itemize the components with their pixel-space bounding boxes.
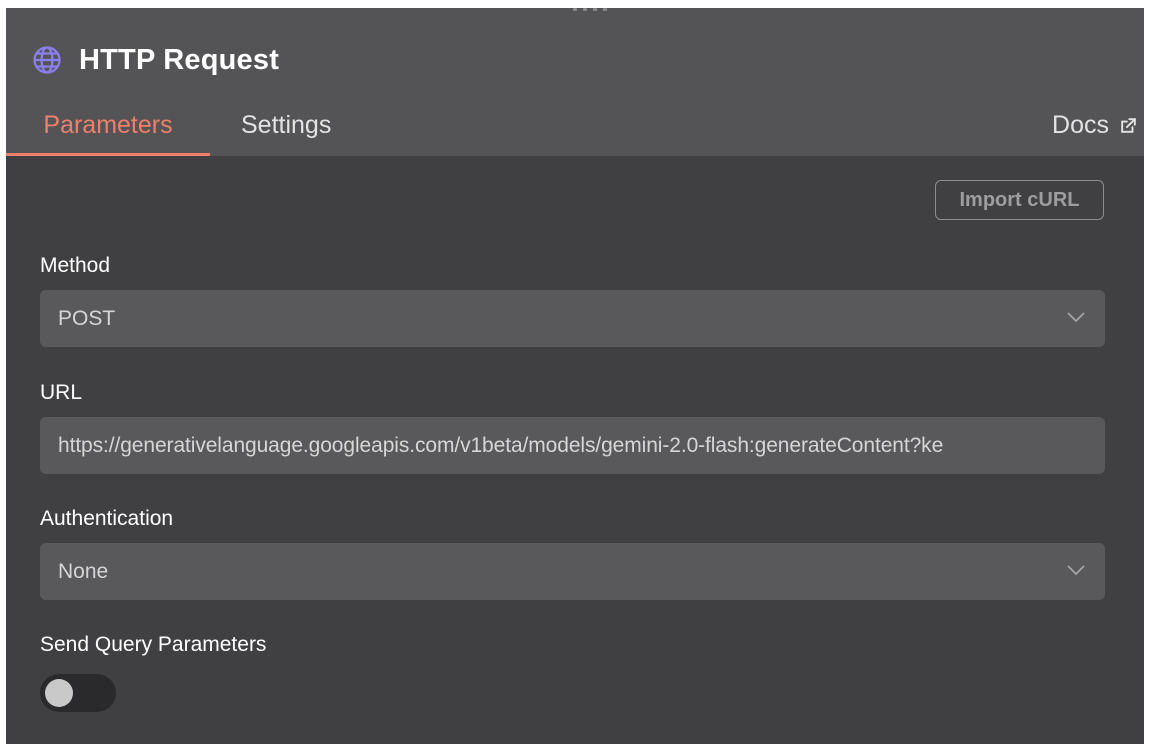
url-label: URL: [40, 381, 83, 404]
url-value: https://generativelanguage.googleapis.co…: [58, 433, 944, 457]
chevron-down-icon: [1067, 565, 1085, 576]
method-value: POST: [58, 306, 116, 330]
method-select[interactable]: POST: [40, 290, 1105, 347]
authentication-select[interactable]: None: [40, 543, 1105, 600]
globe-icon: [33, 46, 61, 74]
title-row: HTTP Request: [32, 42, 279, 78]
external-link-icon: [1121, 117, 1136, 133]
drag-handle[interactable]: [562, 8, 618, 12]
method-label: Method: [40, 254, 111, 277]
tab-parameters[interactable]: Parameters: [6, 106, 210, 156]
import-curl-button[interactable]: Import cURL: [935, 180, 1104, 220]
node-settings-panel: HTTP Request Parameters Settings Docs Im…: [6, 8, 1144, 744]
tab-settings[interactable]: Settings: [241, 106, 331, 156]
authentication-value: None: [58, 559, 109, 583]
tab-bar: Parameters Settings Docs: [6, 106, 1144, 156]
authentication-label: Authentication: [40, 507, 174, 530]
docs-label: Docs: [1052, 110, 1109, 139]
toggle-knob: [45, 679, 73, 707]
panel-header: HTTP Request Parameters Settings Docs: [6, 8, 1144, 156]
url-input[interactable]: https://generativelanguage.googleapis.co…: [40, 417, 1105, 474]
chevron-down-icon: [1067, 312, 1085, 323]
page: HTTP Request Parameters Settings Docs Im…: [0, 0, 1150, 744]
send-query-label: Send Query Parameters: [40, 633, 267, 656]
docs-link[interactable]: Docs: [1052, 106, 1138, 144]
node-title: HTTP Request: [79, 43, 280, 76]
send-query-toggle[interactable]: [40, 674, 116, 712]
